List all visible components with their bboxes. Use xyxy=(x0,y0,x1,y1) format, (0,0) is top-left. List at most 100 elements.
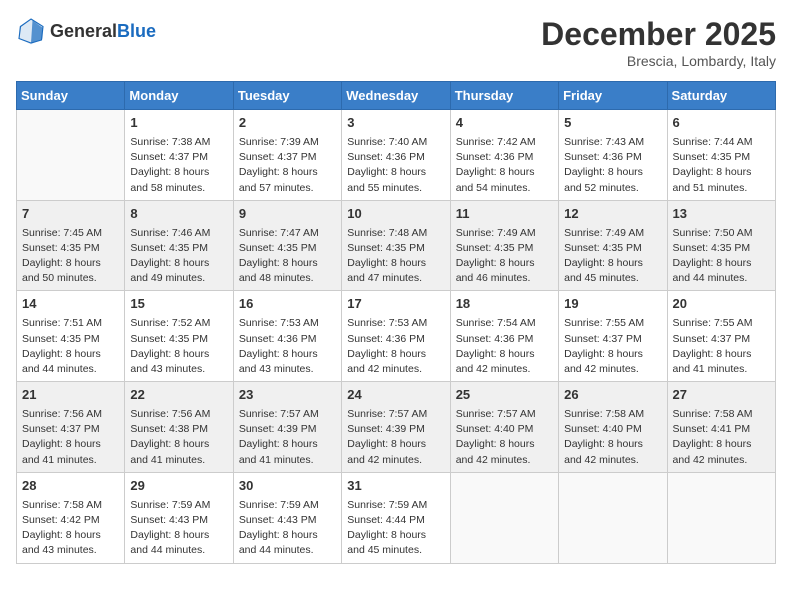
day-number: 25 xyxy=(456,386,553,405)
day-number: 5 xyxy=(564,114,661,133)
day-info: Sunrise: 7:57 AM Sunset: 4:39 PM Dayligh… xyxy=(347,407,444,468)
day-number: 22 xyxy=(130,386,227,405)
logo: General Blue xyxy=(16,16,156,46)
day-number: 20 xyxy=(673,295,770,314)
day-info: Sunrise: 7:39 AM Sunset: 4:37 PM Dayligh… xyxy=(239,135,336,196)
calendar-cell: 5 Sunrise: 7:43 AM Sunset: 4:36 PM Daylig… xyxy=(559,110,667,201)
calendar-cell: 24 Sunrise: 7:57 AM Sunset: 4:39 PM Dayli… xyxy=(342,382,450,473)
day-info: Sunrise: 7:46 AM Sunset: 4:35 PM Dayligh… xyxy=(130,226,227,287)
calendar-cell: 17Sunrise: 7:53 AM Sunset: 4:36 PM Dayli… xyxy=(342,291,450,382)
week-row-2: 7Sunrise: 7:45 AM Sunset: 4:35 PM Daylig… xyxy=(17,200,776,291)
calendar-cell: 6 Sunrise: 7:44 AM Sunset: 4:35 PM Daylig… xyxy=(667,110,775,201)
day-info: Sunrise: 7:59 AM Sunset: 4:44 PM Dayligh… xyxy=(347,498,444,559)
calendar-cell: 29Sunrise: 7:59 AM Sunset: 4:43 PM Dayli… xyxy=(125,472,233,563)
logo-general: General xyxy=(50,21,117,42)
calendar-cell: 19Sunrise: 7:55 AM Sunset: 4:37 PM Dayli… xyxy=(559,291,667,382)
calendar-cell: 13Sunrise: 7:50 AM Sunset: 4:35 PM Dayli… xyxy=(667,200,775,291)
calendar-cell: 11 Sunrise: 7:49 AM Sunset: 4:35 PM Dayli… xyxy=(450,200,558,291)
calendar-cell: 31 Sunrise: 7:59 AM Sunset: 4:44 PM Dayli… xyxy=(342,472,450,563)
day-header-monday: Monday xyxy=(125,82,233,110)
day-number: 24 xyxy=(347,386,444,405)
month-title: December 2025 xyxy=(541,16,776,53)
calendar-cell: 8 Sunrise: 7:46 AM Sunset: 4:35 PM Daylig… xyxy=(125,200,233,291)
day-number: 8 xyxy=(130,205,227,224)
day-info: Sunrise: 7:49 AM Sunset: 4:35 PM Dayligh… xyxy=(564,226,661,287)
day-number: 9 xyxy=(239,205,336,224)
day-header-sunday: Sunday xyxy=(17,82,125,110)
day-number: 23 xyxy=(239,386,336,405)
day-info: Sunrise: 7:59 AM Sunset: 4:43 PM Dayligh… xyxy=(239,498,336,559)
calendar-cell: 27 Sunrise: 7:58 AM Sunset: 4:41 PM Dayli… xyxy=(667,382,775,473)
day-number: 3 xyxy=(347,114,444,133)
day-number: 15 xyxy=(130,295,227,314)
calendar-cell: 21Sunrise: 7:56 AM Sunset: 4:37 PM Dayli… xyxy=(17,382,125,473)
day-info: Sunrise: 7:52 AM Sunset: 4:35 PM Dayligh… xyxy=(130,316,227,377)
day-info: Sunrise: 7:58 AM Sunset: 4:42 PM Dayligh… xyxy=(22,498,119,559)
day-number: 2 xyxy=(239,114,336,133)
day-number: 16 xyxy=(239,295,336,314)
day-number: 27 xyxy=(673,386,770,405)
logo-blue: Blue xyxy=(117,21,156,42)
day-info: Sunrise: 7:57 AM Sunset: 4:39 PM Dayligh… xyxy=(239,407,336,468)
calendar-table: SundayMondayTuesdayWednesdayThursdayFrid… xyxy=(16,81,776,564)
calendar-cell: 25 Sunrise: 7:57 AM Sunset: 4:40 PM Dayli… xyxy=(450,382,558,473)
day-info: Sunrise: 7:59 AM Sunset: 4:43 PM Dayligh… xyxy=(130,498,227,559)
day-info: Sunrise: 7:40 AM Sunset: 4:36 PM Dayligh… xyxy=(347,135,444,196)
day-number: 31 xyxy=(347,477,444,496)
day-info: Sunrise: 7:51 AM Sunset: 4:35 PM Dayligh… xyxy=(22,316,119,377)
day-info: Sunrise: 7:42 AM Sunset: 4:36 PM Dayligh… xyxy=(456,135,553,196)
day-info: Sunrise: 7:58 AM Sunset: 4:40 PM Dayligh… xyxy=(564,407,661,468)
day-info: Sunrise: 7:48 AM Sunset: 4:35 PM Dayligh… xyxy=(347,226,444,287)
calendar-cell xyxy=(17,110,125,201)
day-header-thursday: Thursday xyxy=(450,82,558,110)
day-info: Sunrise: 7:49 AM Sunset: 4:35 PM Dayligh… xyxy=(456,226,553,287)
day-info: Sunrise: 7:47 AM Sunset: 4:35 PM Dayligh… xyxy=(239,226,336,287)
calendar-cell: 28 Sunrise: 7:58 AM Sunset: 4:42 PM Dayli… xyxy=(17,472,125,563)
day-info: Sunrise: 7:58 AM Sunset: 4:41 PM Dayligh… xyxy=(673,407,770,468)
day-header-saturday: Saturday xyxy=(667,82,775,110)
location-subtitle: Brescia, Lombardy, Italy xyxy=(541,53,776,69)
day-number: 13 xyxy=(673,205,770,224)
day-number: 6 xyxy=(673,114,770,133)
day-number: 7 xyxy=(22,205,119,224)
week-row-4: 21Sunrise: 7:56 AM Sunset: 4:37 PM Dayli… xyxy=(17,382,776,473)
days-header-row: SundayMondayTuesdayWednesdayThursdayFrid… xyxy=(17,82,776,110)
week-row-3: 14 Sunrise: 7:51 AM Sunset: 4:35 PM Dayli… xyxy=(17,291,776,382)
calendar-cell: 14 Sunrise: 7:51 AM Sunset: 4:35 PM Dayli… xyxy=(17,291,125,382)
day-info: Sunrise: 7:54 AM Sunset: 4:36 PM Dayligh… xyxy=(456,316,553,377)
week-row-5: 28 Sunrise: 7:58 AM Sunset: 4:42 PM Dayli… xyxy=(17,472,776,563)
day-info: Sunrise: 7:57 AM Sunset: 4:40 PM Dayligh… xyxy=(456,407,553,468)
calendar-cell: 3 Sunrise: 7:40 AM Sunset: 4:36 PM Daylig… xyxy=(342,110,450,201)
day-info: Sunrise: 7:43 AM Sunset: 4:36 PM Dayligh… xyxy=(564,135,661,196)
calendar-cell: 30 Sunrise: 7:59 AM Sunset: 4:43 PM Dayli… xyxy=(233,472,341,563)
calendar-cell: 22 Sunrise: 7:56 AM Sunset: 4:38 PM Dayli… xyxy=(125,382,233,473)
day-info: Sunrise: 7:55 AM Sunset: 4:37 PM Dayligh… xyxy=(673,316,770,377)
day-header-friday: Friday xyxy=(559,82,667,110)
day-number: 26 xyxy=(564,386,661,405)
calendar-cell xyxy=(559,472,667,563)
day-number: 10 xyxy=(347,205,444,224)
calendar-cell: 26 Sunrise: 7:58 AM Sunset: 4:40 PM Dayli… xyxy=(559,382,667,473)
day-number: 12 xyxy=(564,205,661,224)
day-number: 28 xyxy=(22,477,119,496)
day-number: 17 xyxy=(347,295,444,314)
day-number: 4 xyxy=(456,114,553,133)
calendar-cell: 10 Sunrise: 7:48 AM Sunset: 4:35 PM Dayli… xyxy=(342,200,450,291)
day-info: Sunrise: 7:44 AM Sunset: 4:35 PM Dayligh… xyxy=(673,135,770,196)
calendar-cell: 15 Sunrise: 7:52 AM Sunset: 4:35 PM Dayli… xyxy=(125,291,233,382)
day-number: 1 xyxy=(130,114,227,133)
calendar-cell: 20 Sunrise: 7:55 AM Sunset: 4:37 PM Dayli… xyxy=(667,291,775,382)
day-info: Sunrise: 7:53 AM Sunset: 4:36 PM Dayligh… xyxy=(239,316,336,377)
day-number: 19 xyxy=(564,295,661,314)
day-number: 30 xyxy=(239,477,336,496)
day-info: Sunrise: 7:56 AM Sunset: 4:38 PM Dayligh… xyxy=(130,407,227,468)
day-number: 14 xyxy=(22,295,119,314)
calendar-cell: 16 Sunrise: 7:53 AM Sunset: 4:36 PM Dayli… xyxy=(233,291,341,382)
calendar-cell xyxy=(667,472,775,563)
day-header-wednesday: Wednesday xyxy=(342,82,450,110)
calendar-cell: 4 Sunrise: 7:42 AM Sunset: 4:36 PM Daylig… xyxy=(450,110,558,201)
calendar-cell: 18Sunrise: 7:54 AM Sunset: 4:36 PM Dayli… xyxy=(450,291,558,382)
day-info: Sunrise: 7:56 AM Sunset: 4:37 PM Dayligh… xyxy=(22,407,119,468)
calendar-cell: 9 Sunrise: 7:47 AM Sunset: 4:35 PM Daylig… xyxy=(233,200,341,291)
day-number: 11 xyxy=(456,205,553,224)
